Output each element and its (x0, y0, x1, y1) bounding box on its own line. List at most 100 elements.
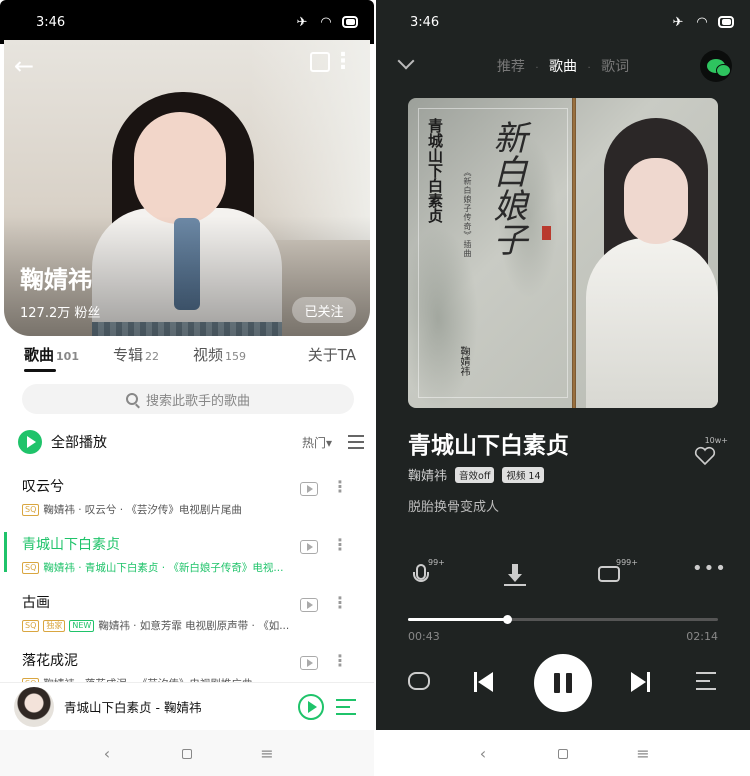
player-page: 3:46 ✈ ◠ 推荐 · 歌曲 · 歌词 青城山下白素贞 《新白娘子传奇》插曲… (376, 0, 750, 776)
search-input[interactable]: 搜索此歌手的歌曲 (22, 384, 354, 414)
system-nav-bar: ‹ ≡ (376, 730, 750, 776)
sq-badge: SQ (22, 561, 40, 574)
player-header: 推荐 · 歌曲 · 歌词 (376, 46, 750, 86)
battery-icon (718, 15, 734, 29)
playlist-icon[interactable] (696, 672, 716, 690)
song-row[interactable]: 叹云兮 SQ 鞠婧祎 · 叹云兮 · 《芸汐传》电视剧片尾曲 ⋮ (0, 466, 374, 524)
video-badge[interactable]: 视频 14 (502, 466, 545, 483)
wifi-icon: ◠ (696, 14, 708, 30)
tab-videos[interactable]: 视频 159 (193, 344, 246, 378)
tab-song[interactable]: 歌曲 (549, 59, 577, 75)
playlist-icon[interactable] (336, 698, 356, 715)
song-meta: 鞠婧祎 · 青城山下白素贞 · 《新白娘子传奇》电视... (43, 562, 284, 574)
tab-about[interactable]: 关于TA (308, 344, 356, 365)
tab-lyrics[interactable]: 歌词 (601, 59, 629, 75)
artist-link[interactable]: 鞠婧祎 (408, 465, 447, 484)
system-nav-bar: ‹ ≡ (0, 730, 374, 776)
artwork-title: 青城山下白素贞 (426, 118, 444, 223)
status-time: 3:46 (36, 14, 66, 30)
tab-recommend[interactable]: 推荐 (497, 59, 525, 75)
nav-home-icon[interactable] (147, 744, 227, 763)
share-icon[interactable] (310, 52, 330, 72)
airplane-icon: ✈ (296, 14, 308, 30)
mini-player[interactable]: 青城山下白素贞 - 鞠婧祎 (0, 682, 374, 730)
fans-count: 127.2万 粉丝 (20, 306, 101, 321)
progress-handle[interactable] (503, 615, 513, 624)
mini-player-title[interactable]: 青城山下白素贞 - 鞠婧祎 (64, 697, 298, 716)
wechat-share-icon[interactable] (700, 50, 732, 82)
artist-header: ← ⋮ 鞠婧祎 127.2万 粉丝 已关注 (4, 40, 370, 336)
current-lyric[interactable]: 脱胎换骨变成人 (408, 496, 499, 515)
airplane-icon: ✈ (672, 14, 684, 30)
song-row[interactable]: 古画 SQ 独家 NEW 鞠婧祎 · 如意芳霏 电视剧原声带 · 《如... ⋮ (0, 582, 374, 640)
more-vertical-icon[interactable]: ⋮ (332, 478, 348, 496)
action-bar: 99+ 999+ ••• (408, 558, 726, 594)
progress-bar[interactable] (408, 615, 718, 624)
nav-recent-icon[interactable]: ≡ (603, 744, 683, 763)
previous-icon[interactable] (474, 672, 494, 692)
more-vertical-icon[interactable]: ⋮ (332, 652, 348, 670)
sq-badge: SQ (22, 619, 40, 632)
playback-controls (408, 654, 718, 712)
play-all-button[interactable] (18, 430, 42, 454)
nav-back-icon[interactable]: ‹ (67, 744, 147, 763)
back-arrow-icon[interactable]: ← (14, 52, 34, 80)
status-time: 3:46 (410, 14, 440, 30)
comment-icon[interactable]: 999+ (598, 558, 638, 586)
song-list: 叹云兮 SQ 鞠婧祎 · 叹云兮 · 《芸汐传》电视剧片尾曲 ⋮ 青城山下白素贞 … (0, 466, 374, 698)
song-title: 青城山下白素贞 (408, 433, 569, 459)
mv-icon[interactable] (300, 482, 318, 496)
tab-songs[interactable]: 歌曲 101 (24, 344, 79, 378)
mv-icon[interactable] (300, 656, 318, 670)
status-bar: 3:46 ✈ ◠ (0, 0, 374, 44)
nav-recent-icon[interactable]: ≡ (227, 744, 307, 763)
song-title: 青城山下白素贞 (22, 537, 120, 553)
microphone-icon[interactable]: 99+ (410, 558, 445, 586)
follow-button[interactable]: 已关注 (292, 297, 356, 323)
more-vertical-icon[interactable]: ⋮ (332, 594, 348, 612)
new-badge: NEW (69, 619, 95, 632)
song-title: 落花成泥 (22, 653, 78, 669)
battery-icon (342, 15, 358, 29)
artist-page: 3:46 ✈ ◠ ← ⋮ 鞠婧祎 127.2万 粉丝 已关注 歌曲 101 专辑 2… (0, 0, 374, 776)
exclusive-badge: 独家 (43, 619, 66, 632)
nav-home-icon[interactable] (523, 744, 603, 763)
song-meta-row: 鞠婧祎 音效off 视频 14 (408, 465, 545, 484)
wifi-icon: ◠ (320, 14, 332, 30)
more-horizontal-icon[interactable]: ••• (692, 558, 726, 580)
artist-name: 鞠婧祎 (20, 266, 92, 294)
play-all-row: 全部播放 热门▾ (18, 428, 364, 456)
artwork-calligraphy: 新白娘子 (487, 120, 527, 256)
sound-effect-badge[interactable]: 音效off (455, 466, 495, 483)
player-tabs: 推荐 · 歌曲 · 歌词 (496, 59, 630, 75)
status-bar: 3:46 ✈ ◠ (376, 0, 750, 44)
nav-back-icon[interactable]: ‹ (443, 744, 523, 763)
repeat-icon[interactable] (408, 672, 430, 690)
album-artwork: 青城山下白素贞 《新白娘子传奇》插曲 鞠婧祎 新白娘子 (408, 98, 718, 408)
multi-select-icon[interactable] (348, 435, 364, 449)
mini-player-cover[interactable] (14, 686, 54, 727)
time-total: 02:14 (686, 630, 718, 643)
song-title: 古画 (22, 595, 50, 611)
more-vertical-icon[interactable]: ⋮ (332, 536, 348, 554)
tab-albums[interactable]: 专辑 22 (113, 344, 159, 378)
search-placeholder: 搜索此歌手的歌曲 (145, 393, 250, 409)
pause-button[interactable] (534, 654, 592, 712)
sort-dropdown[interactable]: 热门▾ (302, 434, 332, 451)
mv-icon[interactable] (300, 540, 318, 554)
seal-stamp (542, 226, 551, 240)
next-icon[interactable] (630, 672, 650, 692)
mini-play-button[interactable] (298, 693, 324, 720)
artist-tabs: 歌曲 101 专辑 22 视频 159 关于TA (0, 344, 374, 378)
song-meta: 鞠婧祎 · 如意芳霏 电视剧原声带 · 《如... (98, 620, 290, 632)
mv-icon[interactable] (300, 598, 318, 612)
play-all-label[interactable]: 全部播放 (51, 432, 302, 452)
song-row-playing[interactable]: 青城山下白素贞 SQ 鞠婧祎 · 青城山下白素贞 · 《新白娘子传奇》电视... … (0, 524, 374, 582)
heart-icon[interactable] (694, 446, 716, 466)
time-current: 00:43 (408, 630, 440, 643)
search-icon (125, 393, 138, 405)
sq-badge: SQ (22, 503, 40, 516)
download-icon[interactable] (504, 564, 526, 586)
song-title: 叹云兮 (22, 479, 64, 495)
more-vertical-icon[interactable]: ⋮ (332, 51, 354, 73)
